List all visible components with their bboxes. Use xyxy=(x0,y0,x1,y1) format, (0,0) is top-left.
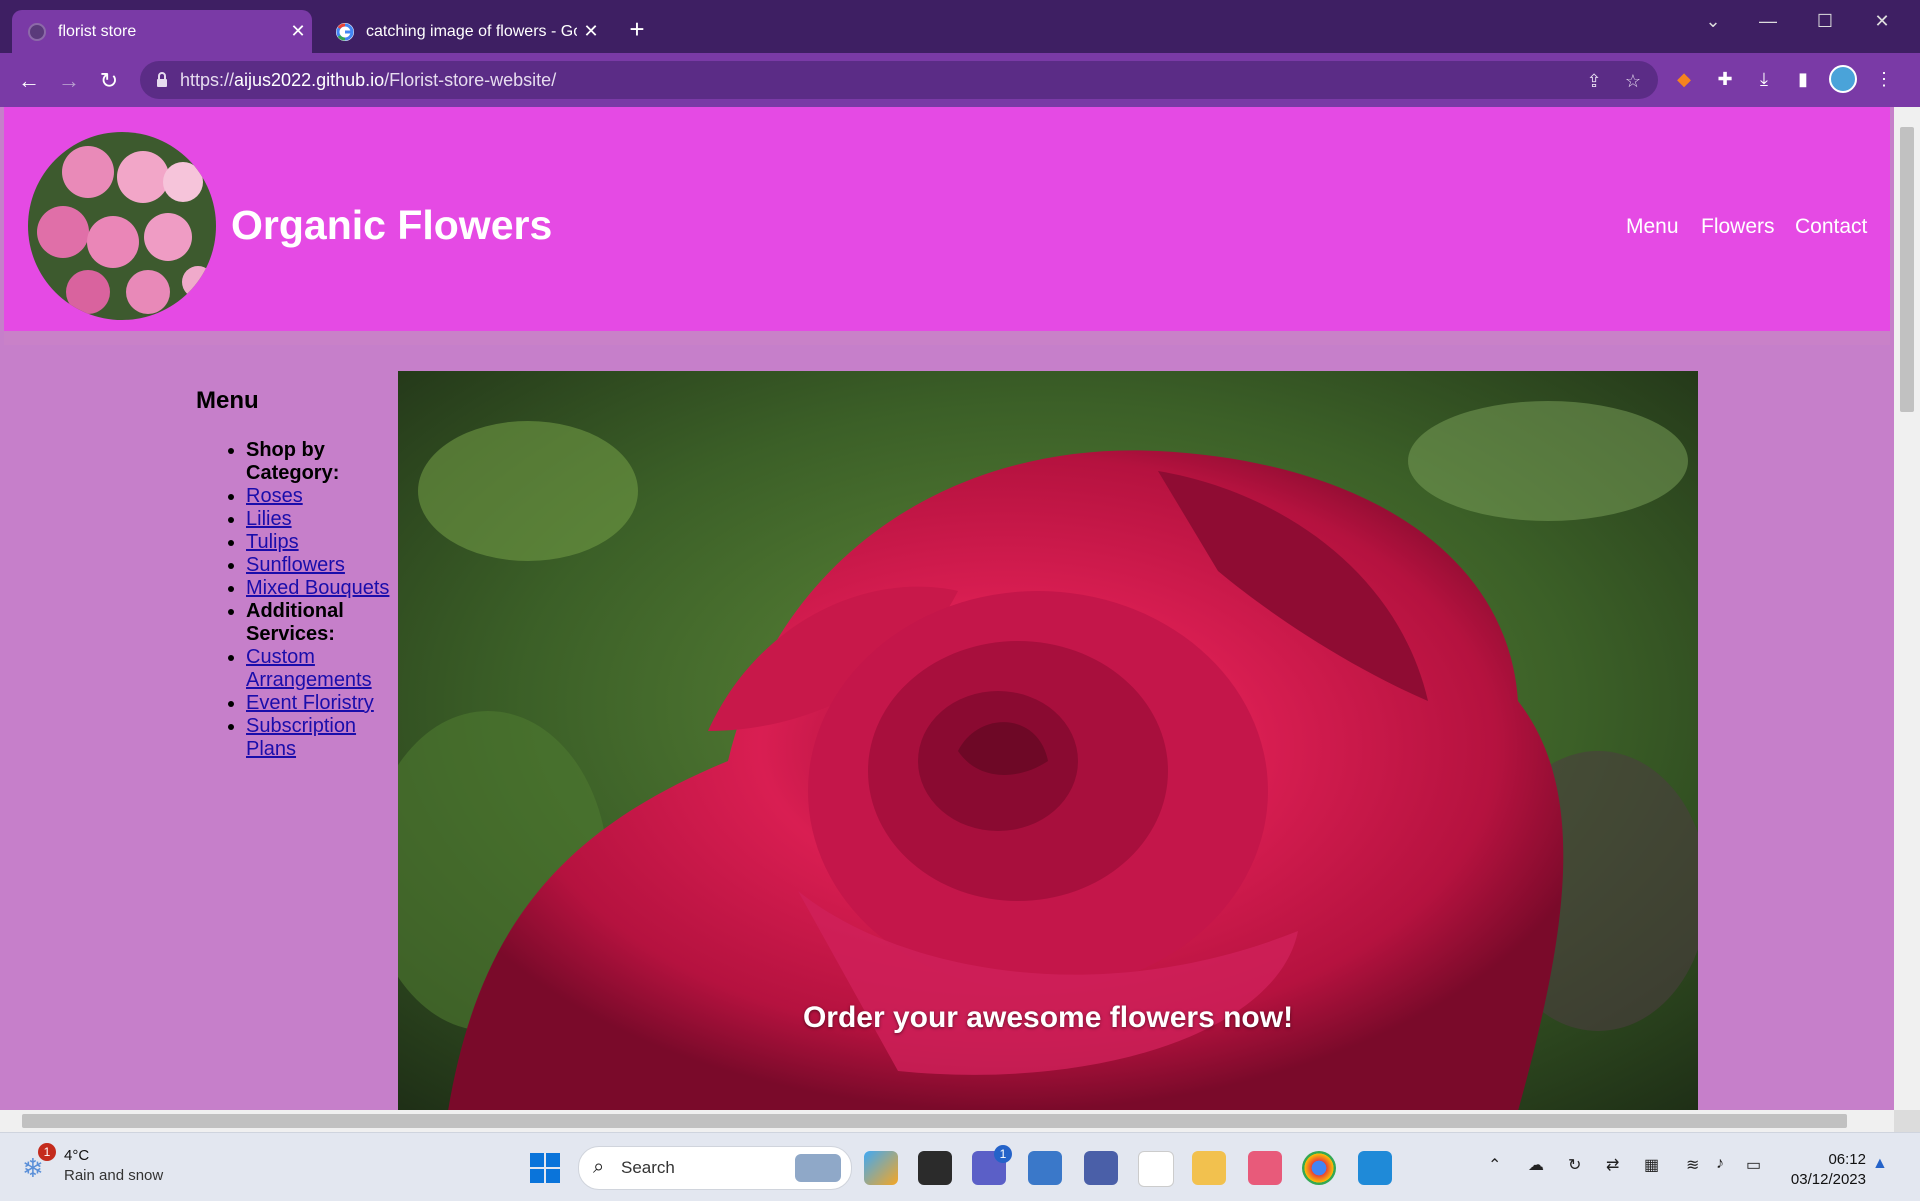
sync-icon[interactable]: ↻ xyxy=(1568,1155,1581,1175)
menu-category-shop: Shop by Category: xyxy=(246,439,396,485)
menu-link-custom-arrangements[interactable]: Custom Arrangements xyxy=(246,646,372,691)
side-menu-list: Shop by Category: Roses Lilies Tulips Su… xyxy=(196,439,396,761)
new-tab-button[interactable]: + xyxy=(622,14,652,44)
menu-category-services: Additional Services: xyxy=(246,600,396,646)
lock-icon xyxy=(152,70,172,90)
menu-item-mixed-bouquets: Mixed Bouquets xyxy=(246,577,396,600)
menu-link-mixed-bouquets[interactable]: Mixed Bouquets xyxy=(246,577,389,599)
menu-item-roses: Roses xyxy=(246,485,396,508)
show-hidden-icons-icon[interactable]: ⌃ xyxy=(1488,1155,1501,1175)
tab-title: florist store xyxy=(58,22,137,40)
chrome-icon[interactable] xyxy=(1302,1151,1336,1185)
snipping-tool-icon[interactable] xyxy=(1248,1151,1282,1185)
close-tab-icon[interactable]: ✕ xyxy=(577,21,605,42)
site-header: Organic Flowers Menu Flowers Contact xyxy=(4,107,1890,331)
nav-link-menu[interactable]: Menu xyxy=(1626,215,1679,239)
maximize-icon[interactable]: ☐ xyxy=(1800,6,1850,36)
download-icon[interactable]: ⤓ xyxy=(1750,65,1778,93)
battery-icon[interactable]: ▭ xyxy=(1746,1155,1761,1175)
chat-badge: 1 xyxy=(994,1145,1012,1163)
side-panel-icon[interactable]: ▮ xyxy=(1789,65,1817,93)
menu-item-lilies: Lilies xyxy=(246,508,396,531)
weather-badge: 1 xyxy=(38,1143,56,1161)
taskbar: ❄ 1 4°C Rain and snow ⌕ Search 1 ⌃ ☁ ↻ ⇄… xyxy=(0,1132,1920,1201)
menu-item-event-floristry: Event Floristry xyxy=(246,692,396,715)
vertical-scrollbar[interactable] xyxy=(1894,107,1920,1110)
windows-start-icon[interactable] xyxy=(528,1151,562,1185)
horizontal-scroll-thumb[interactable] xyxy=(22,1114,1847,1128)
scroll-corner xyxy=(1894,1110,1920,1132)
notification-bell-icon[interactable]: ▲ xyxy=(1872,1155,1888,1173)
menu-link-roses[interactable]: Roses xyxy=(246,485,303,507)
nav-link-flowers[interactable]: Flowers xyxy=(1701,215,1775,239)
site-logo xyxy=(28,132,216,320)
menu-item-custom-arrangements: Custom Arrangements xyxy=(246,646,396,692)
url-text: https://aijus2022.github.io/Florist-stor… xyxy=(180,70,557,90)
nav-link-contact[interactable]: Contact xyxy=(1795,215,1867,239)
side-menu: Menu Shop by Category: Roses Lilies Tuli… xyxy=(196,387,396,761)
menu-item-subscription-plans: Subscription Plans xyxy=(246,715,396,761)
menu-link-event-floristry[interactable]: Event Floristry xyxy=(246,692,374,714)
page-viewport: Organic Flowers Menu Flowers Contact Men… xyxy=(0,107,1894,1110)
settings-sliders-icon[interactable]: ⇄ xyxy=(1606,1155,1619,1175)
browser-tabstrip: florist store ✕ catching image of flower… xyxy=(0,0,1920,53)
search-icon: ⌕ xyxy=(593,1156,605,1178)
hero-caption: Order your awesome flowers now! xyxy=(802,1001,1294,1034)
menu-link-lilies[interactable]: Lilies xyxy=(246,508,292,530)
photos-icon[interactable] xyxy=(1358,1151,1392,1185)
weather-condition: Rain and snow xyxy=(64,1167,164,1184)
metamask-extension-icon[interactable]: ◆ xyxy=(1670,65,1698,93)
tab-search-icon[interactable]: ⌄ xyxy=(1688,6,1738,36)
app-icon-2[interactable] xyxy=(1138,1151,1174,1187)
app-icon[interactable] xyxy=(1084,1151,1118,1185)
reload-icon[interactable]: ↻ xyxy=(94,66,124,96)
weather-temp: 4°C xyxy=(64,1147,90,1164)
close-window-icon[interactable]: ✕ xyxy=(1857,6,1907,36)
search-highlight-icon xyxy=(795,1154,841,1182)
minimize-icon[interactable]: — xyxy=(1743,6,1793,36)
menu-item-tulips: Tulips xyxy=(246,531,396,554)
address-bar[interactable]: https://aijus2022.github.io/Florist-stor… xyxy=(140,61,1658,99)
forward-icon[interactable]: → xyxy=(54,66,84,96)
copilot-icon[interactable] xyxy=(864,1151,898,1185)
more-menu-icon[interactable]: ⋮ xyxy=(1870,65,1898,93)
browser-toolbar: ← → ↻ https://aijus2022.github.io/Floris… xyxy=(0,53,1920,107)
globe-icon xyxy=(28,22,46,41)
onedrive-icon[interactable]: ☁ xyxy=(1528,1155,1544,1175)
task-view-icon[interactable] xyxy=(918,1151,952,1185)
clock[interactable]: 06:12 03/12/2023 xyxy=(1791,1150,1866,1190)
google-icon xyxy=(336,22,354,41)
file-explorer-icon[interactable] xyxy=(1192,1151,1226,1185)
extensions-puzzle-icon[interactable]: ✚ xyxy=(1711,65,1739,93)
tab-title: catching image of flowers - Goo xyxy=(366,22,577,40)
share-icon[interactable]: ⇪ xyxy=(1583,70,1605,92)
menu-item-sunflowers: Sunflowers xyxy=(246,554,396,577)
site-title: Organic Flowers xyxy=(231,202,553,248)
horizontal-scrollbar[interactable] xyxy=(0,1110,1894,1132)
back-icon[interactable]: ← xyxy=(14,66,44,96)
store-icon[interactable] xyxy=(1028,1151,1062,1185)
taskbar-search[interactable]: ⌕ Search xyxy=(578,1146,852,1190)
clock-date: 03/12/2023 xyxy=(1790,1171,1866,1188)
menu-link-tulips[interactable]: Tulips xyxy=(246,531,299,553)
menu-link-subscription-plans[interactable]: Subscription Plans xyxy=(246,715,356,760)
menu-link-sunflowers[interactable]: Sunflowers xyxy=(246,554,345,576)
wifi-icon[interactable]: ≋ xyxy=(1686,1155,1699,1175)
tab-google-search[interactable]: catching image of flowers - Goo ✕ xyxy=(320,10,605,53)
search-label: Search xyxy=(621,1158,675,1177)
header-divider xyxy=(4,331,1890,345)
side-menu-heading: Menu xyxy=(196,387,259,414)
volume-icon[interactable]: ♪ xyxy=(1716,1155,1724,1173)
app-tray-icon[interactable]: ▦ xyxy=(1644,1155,1659,1175)
bookmark-star-icon[interactable]: ☆ xyxy=(1622,70,1644,92)
hero-image: Order your awesome flowers now! xyxy=(398,371,1698,1110)
profile-avatar[interactable] xyxy=(1829,65,1857,93)
vertical-scroll-thumb[interactable] xyxy=(1900,127,1914,412)
tab-florist-store[interactable]: florist store ✕ xyxy=(12,10,312,53)
clock-time: 06:12 xyxy=(1828,1151,1866,1168)
close-tab-icon[interactable]: ✕ xyxy=(284,21,312,42)
